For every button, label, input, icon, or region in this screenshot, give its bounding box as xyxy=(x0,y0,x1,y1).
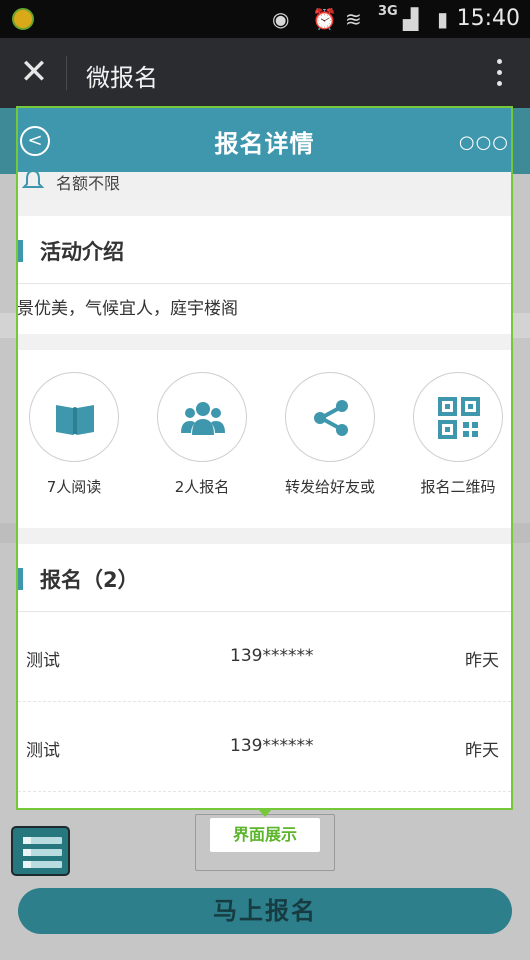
book-icon xyxy=(29,372,119,462)
clock: 15:40 xyxy=(456,6,520,31)
section-marker xyxy=(18,568,23,590)
signup-now-button[interactable]: 马上报名 xyxy=(18,888,512,934)
signup-count-label: 2人报名 xyxy=(174,478,230,496)
wechat-page-title: 微报名 xyxy=(86,64,158,92)
registrant-phone: 139****** xyxy=(230,736,314,756)
intro-text: 风景优美，气候宜人，庭宇楼阁 xyxy=(16,299,238,319)
signup-count-action[interactable]: 2人报名 xyxy=(138,372,266,497)
qrcode-icon xyxy=(413,372,503,462)
signal-icon: ▟ xyxy=(403,7,419,31)
registration-row: 测试 139****** 昨天 xyxy=(18,612,511,702)
registrant-phone: 139****** xyxy=(230,646,314,666)
intro-heading: 活动介绍 xyxy=(40,240,124,264)
wechat-title-bar: ✕ 微报名 xyxy=(0,38,530,108)
status-bar: ◉ ⏰ ≋ 3G ▟ ▮ 15:40 xyxy=(0,0,530,38)
share-action[interactable]: 转发给好友或 xyxy=(266,372,394,497)
section-marker xyxy=(18,240,23,262)
badge-caret xyxy=(258,809,272,817)
share-icon xyxy=(285,372,375,462)
list-menu-button[interactable] xyxy=(11,826,70,876)
registrations-heading: 报名（2） xyxy=(40,568,139,592)
action-row: 7人阅读 2人报名 转发给好友或 报名二维码 xyxy=(18,350,511,528)
wifi-icon: ≋ xyxy=(345,7,362,31)
page-title: 报名详情 xyxy=(214,130,315,158)
registration-date: 昨天 xyxy=(465,651,499,671)
people-icon xyxy=(157,372,247,462)
more-menu-icon[interactable] xyxy=(494,56,504,90)
registrant-name: 测试 xyxy=(26,741,60,761)
alarm-icon: ⏰ xyxy=(312,7,337,31)
share-label: 转发给好友或 xyxy=(284,478,375,496)
preview-frame: < 报名详情 ○○○ 名额不限 活动介绍 风景优美，气候宜人，庭宇楼阁 7人阅读… xyxy=(16,106,513,810)
registrations-section: 报名（2） 测试 139****** 昨天 测试 139****** 昨天 xyxy=(18,544,511,808)
battery-icon: ▮ xyxy=(437,7,449,31)
registration-date: 昨天 xyxy=(465,741,499,761)
read-count-action[interactable]: 7人阅读 xyxy=(18,372,138,497)
detail-header: < 报名详情 ○○○ xyxy=(18,108,511,172)
intro-heading-row: 活动介绍 xyxy=(18,216,511,284)
eye-icon: ◉ xyxy=(272,7,290,31)
registrant-name: 测试 xyxy=(26,651,60,671)
title-divider xyxy=(66,56,67,90)
close-icon[interactable]: ✕ xyxy=(16,52,52,92)
network-type: 3G xyxy=(378,4,398,19)
quota-row: 名额不限 xyxy=(18,169,511,200)
qrcode-label: 报名二维码 xyxy=(420,478,496,496)
registration-row: 测试 139****** 昨天 xyxy=(18,702,511,792)
registrations-heading-row: 报名（2） xyxy=(18,544,511,612)
qrcode-action[interactable]: 报名二维码 xyxy=(394,372,511,497)
bell-icon xyxy=(21,169,45,192)
intro-section: 活动介绍 风景优美，气候宜人，庭宇楼阁 xyxy=(18,216,511,334)
quota-text: 名额不限 xyxy=(56,174,121,193)
app-notification-icon xyxy=(12,8,34,30)
preview-badge: 界面展示 xyxy=(210,818,320,852)
more-options-icon[interactable]: ○○○ xyxy=(459,132,509,153)
read-count-label: 7人阅读 xyxy=(46,478,102,496)
